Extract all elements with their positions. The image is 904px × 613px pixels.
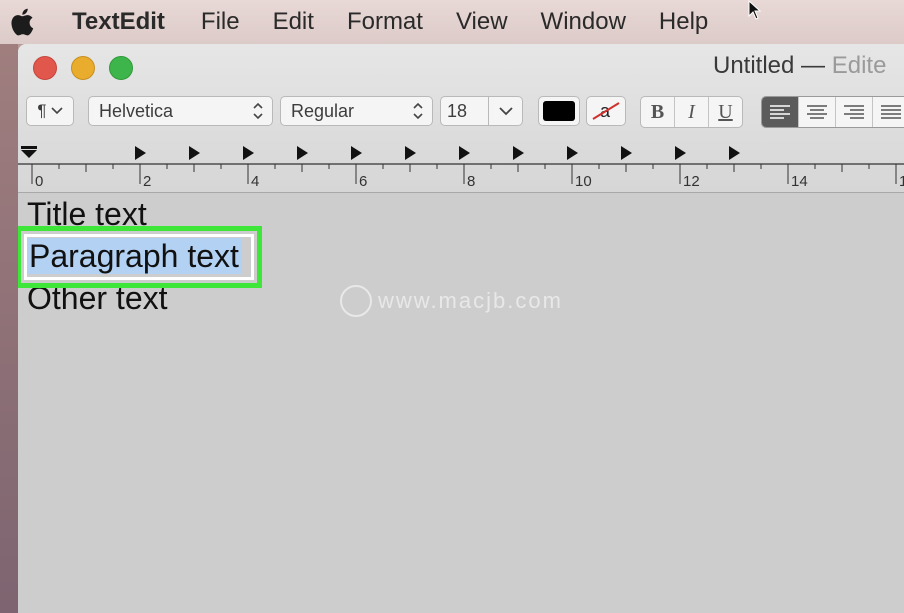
paragraph-icon: ¶ xyxy=(37,101,47,120)
tab-stop-icon[interactable] xyxy=(351,146,362,160)
font-family-popup[interactable]: Helvetica xyxy=(88,96,273,126)
ruler-label: 2 xyxy=(143,173,151,190)
tab-stop-icon[interactable] xyxy=(135,146,146,160)
ruler-label: 1 xyxy=(899,173,904,190)
underline-button[interactable]: U xyxy=(709,97,742,127)
align-justify-icon xyxy=(881,105,901,119)
ruler-label: 12 xyxy=(683,173,700,190)
tab-stop-icon[interactable] xyxy=(621,146,632,160)
text-style-buttons: B I U xyxy=(640,96,743,128)
menu-help[interactable]: Help xyxy=(659,8,708,36)
ruler-label: 4 xyxy=(251,173,259,190)
font-size-value: 18 xyxy=(447,100,468,121)
tab-stop-icon[interactable] xyxy=(675,146,686,160)
tab-stop-icon[interactable] xyxy=(405,146,416,160)
font-size-field[interactable]: 18 xyxy=(440,96,489,126)
ruler-label: 6 xyxy=(359,173,367,190)
watermark: www.macjb.com xyxy=(340,285,563,317)
mouse-pointer-icon xyxy=(748,0,762,20)
alignment-buttons xyxy=(761,96,904,128)
ruler-label: 14 xyxy=(791,173,808,190)
tab-stop-icon[interactable] xyxy=(243,146,254,160)
indent-marker-icon[interactable] xyxy=(21,146,37,158)
align-center-icon xyxy=(807,105,827,119)
zoom-window-button[interactable] xyxy=(109,56,133,80)
ruler[interactable]: 0 2 4 6 8 10 12 14 1 xyxy=(18,136,904,192)
font-style-value: Regular xyxy=(291,100,355,121)
no-highlight-icon: a xyxy=(592,101,620,121)
textedit-window: Untitled — Edite ¶ Helvetica Regular 18 xyxy=(18,44,904,613)
document-text-area[interactable]: Title text Paragraph text Other text www… xyxy=(18,193,904,613)
paragraph-styles-button[interactable]: ¶ xyxy=(26,96,74,126)
watermark-text: www.macjb.com xyxy=(378,288,563,313)
ruler-label: 8 xyxy=(467,173,475,190)
menu-app-textedit[interactable]: TextEdit xyxy=(72,8,165,36)
tab-stop-icon[interactable] xyxy=(513,146,524,160)
bold-button[interactable]: B xyxy=(641,97,675,127)
align-right-button[interactable] xyxy=(836,97,873,127)
updown-chevron-icon xyxy=(253,102,263,120)
document-name: Untitled xyxy=(713,52,795,79)
align-left-button[interactable] xyxy=(762,97,799,127)
callout-highlight-box xyxy=(18,226,262,288)
ruler-label: 10 xyxy=(575,173,592,190)
align-justify-button[interactable] xyxy=(873,97,904,127)
font-style-popup[interactable]: Regular xyxy=(280,96,433,126)
menu-format[interactable]: Format xyxy=(347,8,423,36)
close-window-button[interactable] xyxy=(33,56,57,80)
apple-menu-icon[interactable] xyxy=(10,8,36,36)
title-separator: — xyxy=(801,52,826,79)
updown-chevron-icon xyxy=(413,102,423,120)
menu-edit[interactable]: Edit xyxy=(273,8,314,36)
italic-button[interactable]: I xyxy=(675,97,709,127)
menu-file[interactable]: File xyxy=(201,8,240,36)
font-size-dropdown-button[interactable] xyxy=(488,96,523,126)
menu-window[interactable]: Window xyxy=(541,8,626,36)
edited-status: Edite xyxy=(831,52,887,79)
menu-bar: TextEdit File Edit Format View Window He… xyxy=(0,0,904,44)
chevron-down-icon xyxy=(498,106,513,115)
chevron-down-icon xyxy=(50,107,63,115)
window-title: Untitled — Edite xyxy=(713,52,886,80)
align-right-icon xyxy=(844,105,864,119)
watermark-logo-icon xyxy=(340,285,372,317)
callout-inner-border xyxy=(24,234,254,280)
desktop-background xyxy=(0,44,18,613)
text-color-swatch xyxy=(543,101,575,121)
tab-stop-icon[interactable] xyxy=(567,146,578,160)
tab-stop-icon[interactable] xyxy=(189,146,200,160)
ruler-label: 0 xyxy=(35,173,43,190)
align-left-icon xyxy=(770,105,790,119)
tab-stop-icon[interactable] xyxy=(459,146,470,160)
align-center-button[interactable] xyxy=(799,97,836,127)
text-color-well[interactable] xyxy=(538,96,580,126)
tab-stop-icon[interactable] xyxy=(297,146,308,160)
menu-view[interactable]: View xyxy=(456,8,508,36)
minimize-window-button[interactable] xyxy=(71,56,95,80)
title-bar: Untitled — Edite ¶ Helvetica Regular 18 xyxy=(18,44,904,193)
highlight-color-well[interactable]: a xyxy=(586,96,626,126)
tab-stop-icon[interactable] xyxy=(729,146,740,160)
font-family-value: Helvetica xyxy=(99,100,174,121)
